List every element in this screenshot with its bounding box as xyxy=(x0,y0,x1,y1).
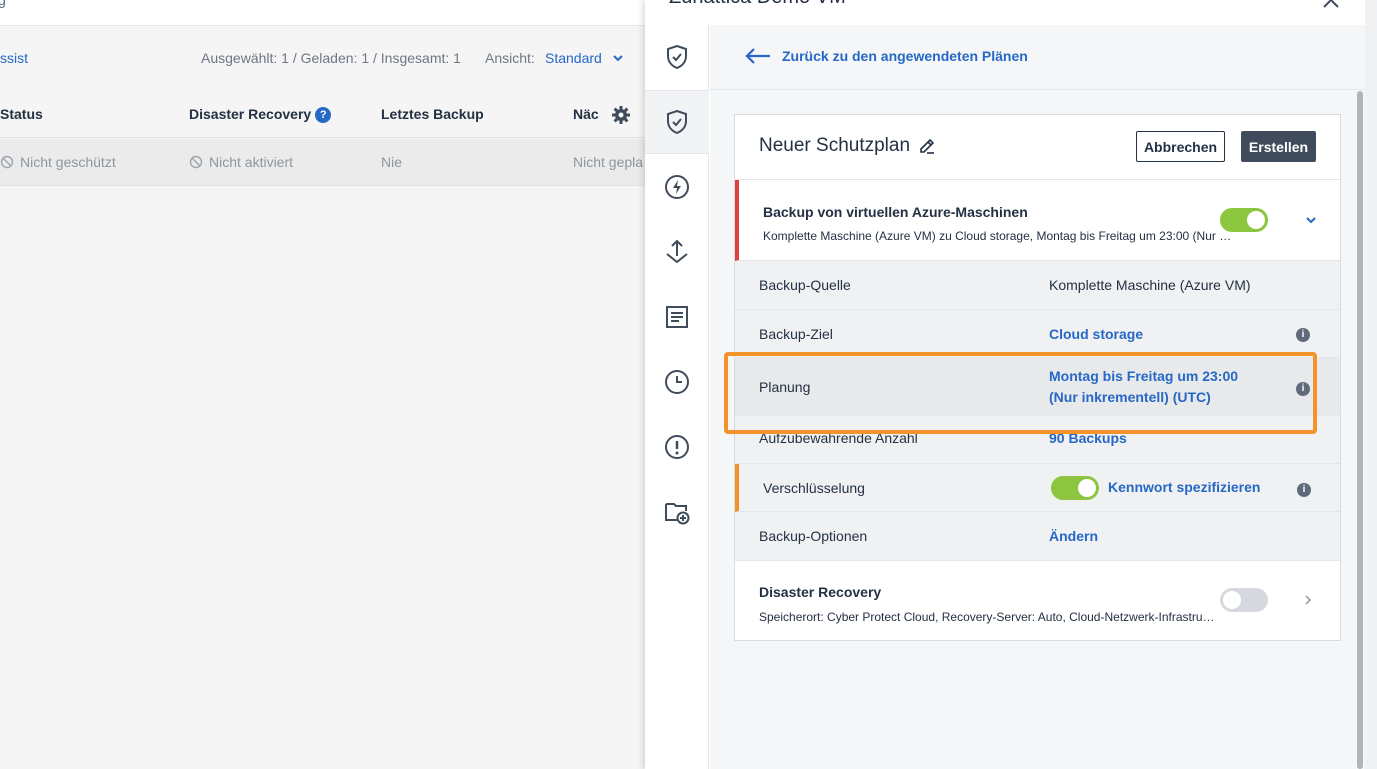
close-icon[interactable] xyxy=(1321,0,1341,10)
clock-icon xyxy=(665,370,689,394)
backup-section[interactable]: Backup von virtuellen Azure-Maschinen Ko… xyxy=(735,180,1340,261)
row-dr-text: Nicht aktiviert xyxy=(209,154,294,170)
panel-title: Zunattica Demo VM xyxy=(669,0,846,9)
schedule-label: Planung xyxy=(759,379,811,395)
dr-section-summary: Speicherort: Cyber Protect Cloud, Recove… xyxy=(759,610,1217,624)
row-next-backup: Nicht gepla xyxy=(573,154,644,170)
protection-plan-card: Neuer Schutzplan Abbrechen Erstellen Bac… xyxy=(734,114,1341,641)
shield-check-icon xyxy=(667,44,687,70)
rail-activities[interactable] xyxy=(645,285,709,349)
gear-icon[interactable] xyxy=(611,105,631,125)
chevron-right-icon[interactable] xyxy=(1301,593,1315,607)
view-label: Ansicht: xyxy=(485,50,535,66)
background-page: g ssist Ausgewählt: 1 / Geladen: 1 / Ins… xyxy=(0,0,645,769)
background-toolbar: ssist Ausgewählt: 1 / Geladen: 1 / Insge… xyxy=(0,42,645,74)
row-schedule[interactable]: Planung Montag bis Freitag um 23:00 (Nur… xyxy=(735,358,1340,416)
backup-options-label: Backup-Optionen xyxy=(759,528,868,544)
rail-history[interactable] xyxy=(645,350,709,414)
cancel-button[interactable]: Abbrechen xyxy=(1136,131,1225,162)
panel-icon-rail xyxy=(645,25,709,769)
row-status-text: Nicht geschützt xyxy=(20,154,116,170)
arrow-left-icon xyxy=(745,48,770,64)
row-status: Nicht geschützt xyxy=(0,154,116,170)
row-encryption[interactable]: Verschlüsselung Kennwort spezifizieren i xyxy=(735,464,1340,512)
encryption-toggle[interactable] xyxy=(1051,476,1099,500)
plan-header: Neuer Schutzplan Abbrechen Erstellen xyxy=(735,115,1340,180)
row-backup-source[interactable]: Backup-Quelle Komplette Maschine (Azure … xyxy=(735,261,1340,310)
row-disaster-recovery: Nicht aktiviert xyxy=(189,154,293,170)
toggle-knob xyxy=(1223,591,1241,609)
schedule-link-line1[interactable]: Montag bis Freitag um 23:00 xyxy=(1049,368,1238,384)
info-icon[interactable]: i xyxy=(1297,483,1311,497)
info-icon[interactable]: i xyxy=(1296,382,1310,396)
back-to-applied-plans-link[interactable]: Zurück zu den angewendeten Plänen xyxy=(744,47,1028,65)
rail-alerts[interactable] xyxy=(645,415,709,479)
retention-link[interactable]: 90 Backups xyxy=(1049,430,1127,446)
create-button[interactable]: Erstellen xyxy=(1241,131,1316,162)
edit-pencil-icon[interactable] xyxy=(918,137,936,155)
retention-label: Aufzubewahrende Anzahl xyxy=(759,430,918,446)
scrollbar[interactable] xyxy=(1357,91,1363,769)
backup-source-label: Backup-Quelle xyxy=(759,277,851,293)
alert-icon xyxy=(665,435,689,459)
info-icon[interactable]: i xyxy=(1296,328,1310,342)
dr-section-title: Disaster Recovery xyxy=(759,584,882,600)
topbar-cut-text: g xyxy=(0,0,6,8)
rail-protection-plans[interactable] xyxy=(645,90,709,154)
recovery-icon xyxy=(666,239,688,264)
column-disaster-recovery-label: Disaster Recovery xyxy=(189,106,312,122)
backup-target-link[interactable]: Cloud storage xyxy=(1049,326,1143,342)
dr-enable-toggle[interactable] xyxy=(1220,588,1268,612)
rail-quick-actions[interactable] xyxy=(645,155,709,219)
backup-section-summary: Komplette Maschine (Azure VM) zu Cloud s… xyxy=(763,229,1233,243)
row-retention[interactable]: Aufzubewahrende Anzahl 90 Backups xyxy=(735,416,1340,464)
assist-link[interactable]: ssist xyxy=(0,50,28,66)
row-backup-target[interactable]: Backup-Ziel Cloud storage i xyxy=(735,310,1340,358)
encryption-label: Verschlüsselung xyxy=(763,480,865,496)
plan-name-text: Neuer Schutzplan xyxy=(759,135,911,156)
help-icon[interactable]: ? xyxy=(315,107,332,123)
ban-icon xyxy=(189,155,203,169)
row-backup-options[interactable]: Backup-Optionen Ändern xyxy=(735,512,1340,561)
rail-add-folder[interactable] xyxy=(645,480,709,544)
toggle-knob xyxy=(1078,479,1096,497)
table-row[interactable]: Nicht geschützt Nicht aktiviert Nie Nich… xyxy=(0,139,645,186)
panel-content: Zurück zu den angewendeten Plänen Neuer … xyxy=(710,25,1365,769)
chevron-down-icon[interactable] xyxy=(1304,213,1318,227)
chevron-down-icon[interactable] xyxy=(612,52,624,64)
shield-check-icon xyxy=(667,109,687,135)
plan-name: Neuer Schutzplan xyxy=(759,135,936,157)
row-last-backup: Nie xyxy=(381,154,403,170)
schedule-link-line2[interactable]: (Nur inkrementell) (UTC) xyxy=(1049,389,1211,405)
backup-target-label: Backup-Ziel xyxy=(759,326,833,342)
activities-icon xyxy=(666,306,688,328)
view-selector[interactable]: Standard xyxy=(545,50,602,66)
disaster-recovery-section[interactable]: Disaster Recovery Speicherort: Cyber Pro… xyxy=(735,561,1340,640)
backup-source-value: Komplette Maschine (Azure VM) xyxy=(1049,277,1251,293)
background-topbar: g xyxy=(0,0,645,26)
selection-counts: Ausgewählt: 1 / Geladen: 1 / Insgesamt: … xyxy=(201,50,461,66)
column-status[interactable]: Status xyxy=(0,106,43,122)
table-header: Status Disaster Recovery? Letztes Backup… xyxy=(0,98,645,138)
column-disaster-recovery[interactable]: Disaster Recovery? xyxy=(189,106,332,123)
backup-enable-toggle[interactable] xyxy=(1220,208,1268,232)
ban-icon xyxy=(0,155,14,169)
back-link-label: Zurück zu den angewendeten Plänen xyxy=(782,48,1028,64)
panel-gutter xyxy=(1365,0,1377,769)
backup-options-change-link[interactable]: Ändern xyxy=(1049,528,1098,544)
divider xyxy=(710,89,1365,90)
backup-section-title: Backup von virtuellen Azure-Maschinen xyxy=(763,204,1028,220)
rail-protection[interactable] xyxy=(645,25,709,89)
column-last-backup[interactable]: Letztes Backup xyxy=(381,106,484,122)
rail-recovery[interactable] xyxy=(645,220,709,284)
folder-add-icon xyxy=(665,503,690,525)
column-next-backup[interactable]: Näc xyxy=(573,106,599,122)
side-panel: Zunattica Demo VM Zurück zu d xyxy=(645,0,1377,769)
encryption-password-link[interactable]: Kennwort spezifizieren xyxy=(1108,479,1260,495)
lightning-icon xyxy=(665,175,689,199)
toggle-knob xyxy=(1247,211,1265,229)
